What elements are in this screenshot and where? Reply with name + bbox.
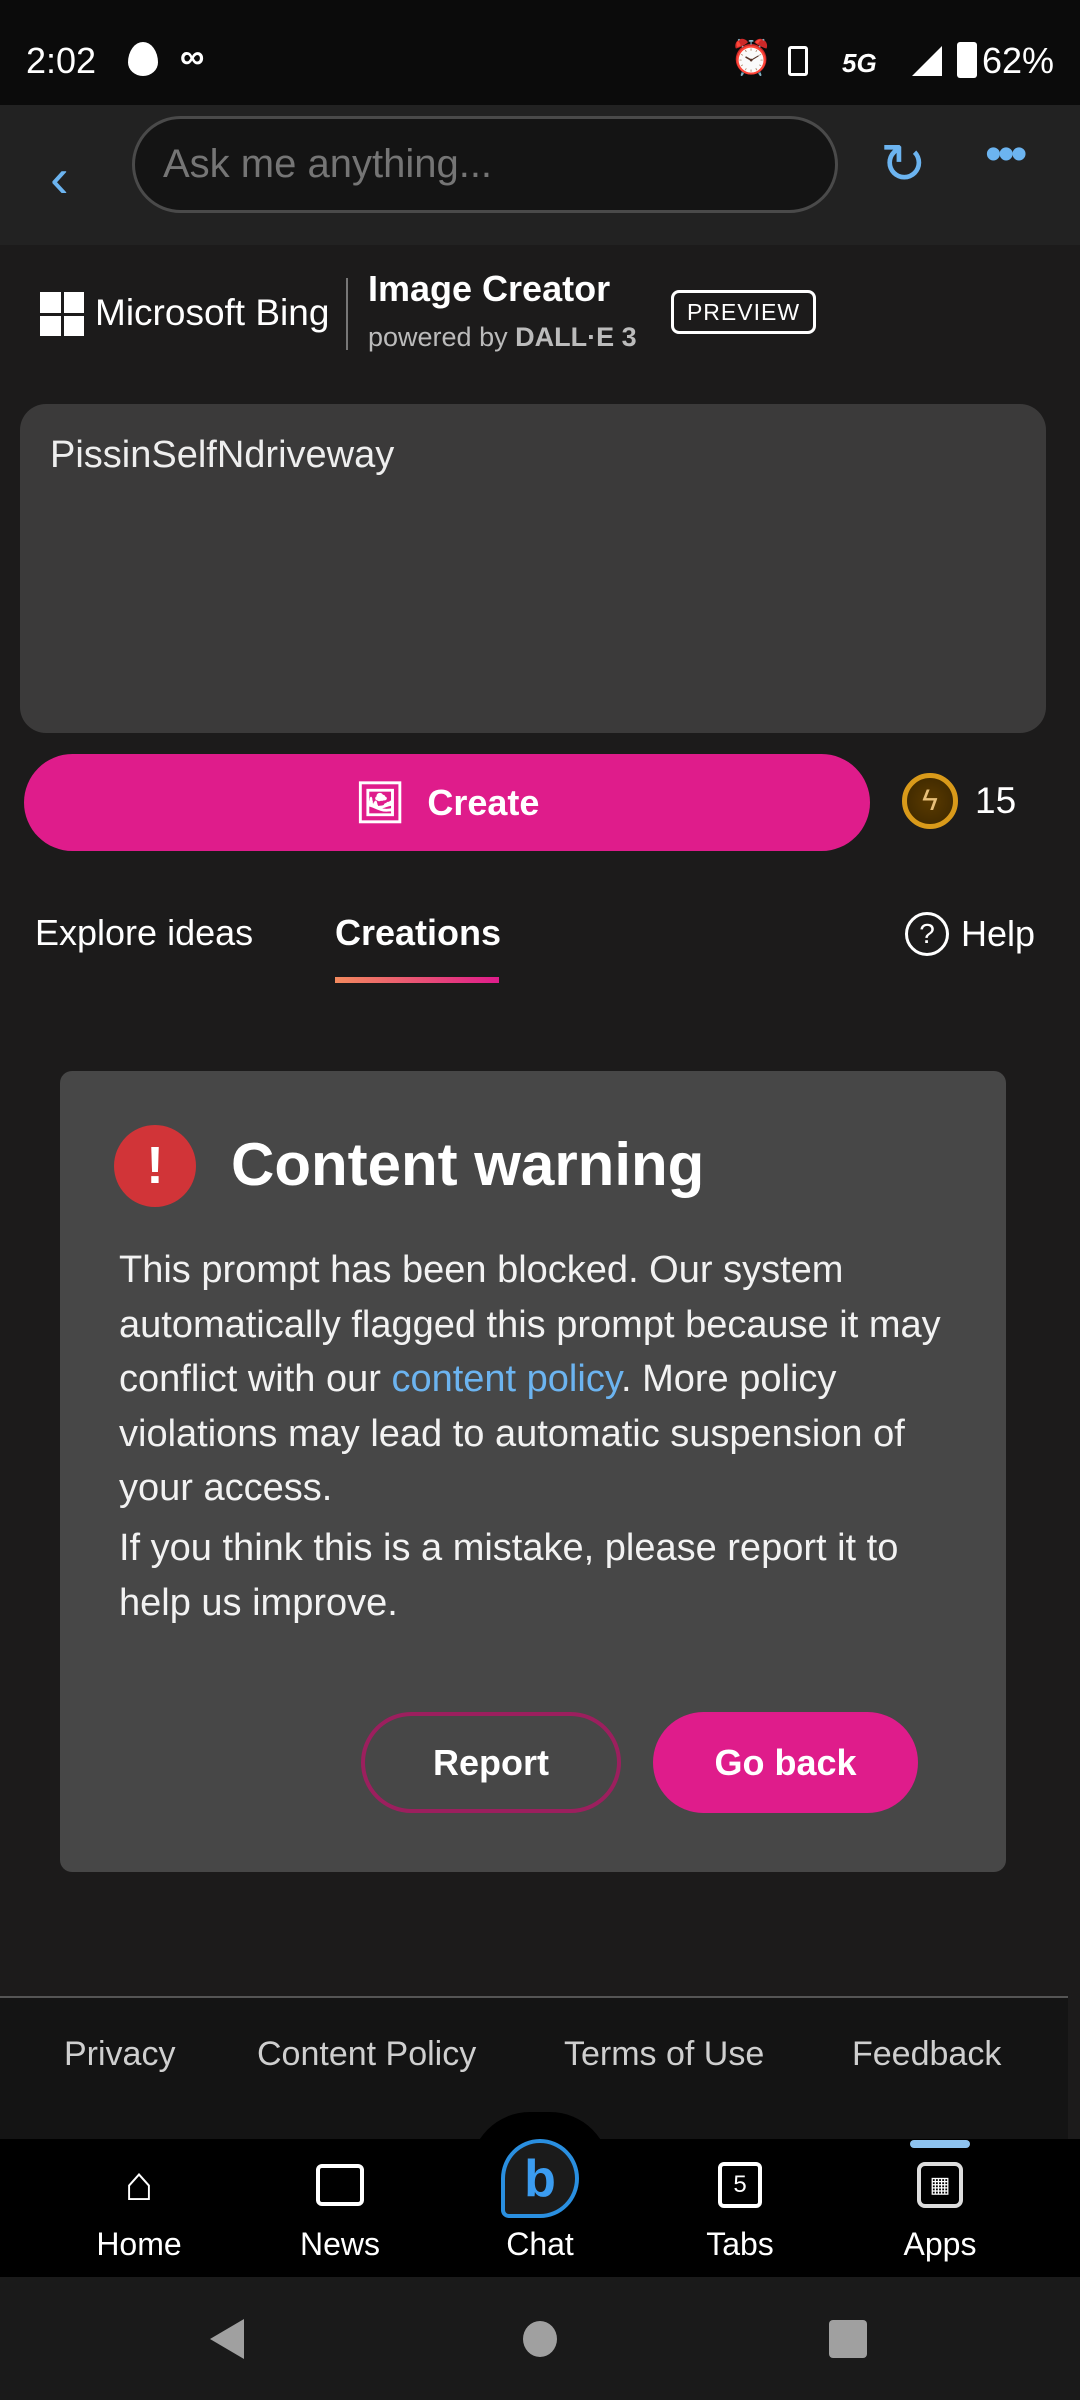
more-icon[interactable]: •••: [985, 127, 1027, 182]
help-icon: ?: [905, 912, 949, 956]
tab-explore-ideas[interactable]: Explore ideas: [35, 912, 253, 954]
model-name: DALL·E 3: [515, 322, 637, 352]
system-back-icon[interactable]: [210, 2319, 244, 2359]
infinity-icon: ∞: [180, 38, 205, 76]
active-tab-indicator: [335, 977, 499, 983]
help-label: Help: [961, 913, 1036, 954]
report-button[interactable]: Report: [361, 1712, 621, 1813]
footer-link-privacy[interactable]: Privacy: [64, 2035, 175, 2074]
boost-count: 15: [975, 780, 1017, 821]
search-input[interactable]: [132, 116, 838, 213]
nav-news[interactable]: News: [270, 2139, 410, 2277]
tab-creations[interactable]: Creations: [335, 912, 501, 954]
nav-label: News: [299, 2226, 380, 2262]
nav-label: Chat: [506, 2226, 574, 2262]
boost-coin-icon[interactable]: ϟ: [902, 773, 958, 829]
bing-chat-icon: b: [501, 2139, 579, 2218]
error-icon: !: [114, 1125, 196, 1207]
clock: 2:02: [26, 40, 97, 81]
microsoft-logo-icon: [40, 292, 84, 336]
nav-apps[interactable]: ▦ Apps: [870, 2139, 1010, 2277]
footer-link-content-policy[interactable]: Content Policy: [257, 2035, 476, 2074]
news-icon: [316, 2164, 364, 2206]
battery-percent: 62%: [982, 40, 1055, 81]
nav-label: Home: [96, 2226, 182, 2262]
back-icon[interactable]: ‹: [50, 145, 69, 210]
prompt-textarea[interactable]: PissinSelfNdriveway: [20, 404, 1046, 733]
create-button[interactable]: 🖼 Create: [24, 754, 870, 851]
warning-message: This prompt has been blocked. Our system…: [119, 1243, 949, 1516]
nav-label: Apps: [903, 2226, 977, 2262]
refresh-icon[interactable]: ↻: [880, 131, 927, 197]
status-bar: 2:02 ∞ ⏰ 5G 62%: [0, 0, 1080, 105]
create-label: Create: [427, 781, 540, 823]
warning-title: Content warning: [231, 1131, 705, 1198]
system-recents-icon[interactable]: [829, 2320, 867, 2358]
vibrate-icon: [788, 46, 808, 76]
nav-home[interactable]: ⌂ Home: [69, 2139, 209, 2277]
signal-icon: [912, 46, 942, 76]
preview-badge: PREVIEW: [671, 290, 816, 334]
nav-chat[interactable]: b Chat: [470, 2139, 610, 2277]
content-warning-card: ! Content warning This prompt has been b…: [60, 1071, 1006, 1872]
tabs-count-icon: 5: [718, 2162, 762, 2208]
report-hint: If you think this is a mistake, please r…: [119, 1527, 899, 1624]
go-back-button[interactable]: Go back: [653, 1712, 918, 1813]
footer-link-feedback[interactable]: Feedback: [852, 2035, 1001, 2074]
image-edit-icon: 🖼: [354, 781, 406, 825]
battery-icon: [957, 42, 977, 78]
alarm-icon: ⏰: [730, 39, 773, 77]
system-home-icon[interactable]: [523, 2321, 557, 2357]
nav-label: Tabs: [706, 2226, 774, 2262]
home-icon: ⌂: [124, 2158, 154, 2211]
footer-link-terms[interactable]: Terms of Use: [564, 2035, 764, 2074]
product-title: Image Creator: [368, 268, 611, 309]
powered-prefix: powered by: [368, 322, 516, 352]
notification-icon: [128, 42, 158, 76]
content-policy-link[interactable]: content policy: [391, 1358, 621, 1400]
help-button[interactable]: ? Help: [905, 912, 1035, 956]
brand-name: Microsoft Bing: [95, 292, 330, 333]
network-type: 5G: [842, 48, 877, 78]
divider: [346, 278, 348, 350]
system-nav-bar: [0, 2277, 1080, 2400]
apps-grid-icon: ▦: [917, 2162, 963, 2208]
nav-tabs[interactable]: 5 Tabs: [670, 2139, 810, 2277]
powered-by: powered by DALL·E 3: [368, 322, 637, 353]
